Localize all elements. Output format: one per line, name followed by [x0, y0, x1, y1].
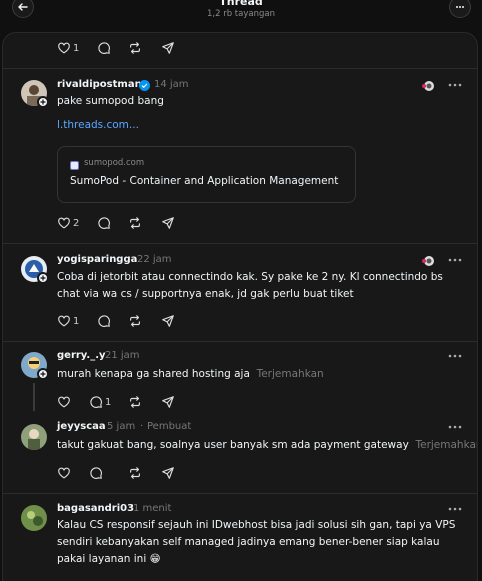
more-dots-icon[interactable]: [447, 82, 463, 88]
thread-panel: 1 rivaldipostman 14 jam pake sumopod ban…: [2, 32, 478, 581]
timestamp: 14 jam: [154, 79, 189, 90]
share-icon: [162, 217, 174, 229]
username[interactable]: gerry._.y: [57, 350, 106, 361]
avatar[interactable]: [21, 424, 47, 450]
share-button[interactable]: [161, 465, 175, 481]
page-title: Thread: [219, 0, 263, 8]
like-button[interactable]: 2: [57, 215, 79, 231]
share-icon: [162, 467, 174, 479]
heart-icon: [58, 396, 70, 408]
more-dots-icon[interactable]: [447, 506, 463, 512]
comment-button[interactable]: [97, 40, 111, 56]
comment-icon: [98, 315, 110, 327]
follow-plus-icon[interactable]: [37, 368, 49, 380]
comment-button[interactable]: [97, 215, 111, 231]
repost-button[interactable]: [128, 40, 142, 56]
post-text: Coba di jetorbit atau connectindo kak. S…: [57, 271, 443, 300]
repost-icon: [130, 42, 140, 54]
timestamp: 5 jam: [107, 421, 136, 432]
repost-icon: [130, 217, 140, 229]
share-button[interactable]: [161, 394, 175, 410]
heart-icon: [58, 217, 70, 229]
repost-button[interactable]: [128, 394, 142, 410]
like-count: 1: [73, 42, 80, 54]
comment-icon: [90, 396, 102, 408]
username[interactable]: bagasandri03: [57, 503, 134, 514]
heart-icon: [58, 315, 70, 327]
verified-icon: [139, 80, 150, 91]
post-actions: [57, 465, 197, 481]
post-link[interactable]: l.threads.com...: [57, 119, 139, 131]
post-text-line: murah kenapa ga shared hosting aja Terje…: [57, 366, 462, 383]
heart-icon: [58, 467, 70, 479]
share-icon: [162, 315, 174, 327]
share-icon: [162, 396, 174, 408]
divider: [3, 68, 477, 69]
favicon-icon: [70, 161, 79, 170]
like-count: 1: [73, 315, 80, 327]
post-text: takut gakuat bang, soalnya user banyak s…: [57, 439, 409, 451]
more-dots-icon[interactable]: [447, 424, 463, 430]
post-actions: 1: [57, 313, 197, 329]
link-preview-card[interactable]: sumopod.com SumoPod - Container and Appl…: [57, 146, 356, 203]
timestamp: 21 jam: [105, 350, 140, 361]
post-actions: 1: [57, 394, 197, 410]
more-circle-icon: [456, 6, 464, 8]
share-button[interactable]: [161, 215, 175, 231]
post-actions: 2: [57, 215, 197, 231]
follow-plus-icon[interactable]: [37, 272, 49, 284]
separator-dot: ·: [140, 421, 144, 432]
post-text: pake sumopod bang: [57, 95, 164, 107]
like-button[interactable]: [57, 394, 71, 410]
timestamp: 1 menit: [133, 503, 172, 514]
profile-indicator-icon: [422, 81, 434, 91]
like-count: 2: [73, 217, 80, 229]
thread-line: [33, 383, 35, 411]
share-button[interactable]: [161, 313, 175, 329]
share-button[interactable]: [161, 40, 175, 56]
repost-button[interactable]: [128, 465, 142, 481]
comment-button[interactable]: 1: [89, 394, 111, 410]
repost-button[interactable]: [128, 313, 142, 329]
post-text: Kalau CS responsif sejauh ini IDwebhost …: [57, 519, 456, 565]
translate-link[interactable]: Terjemahkan: [415, 439, 477, 451]
repost-button[interactable]: [128, 215, 142, 231]
repost-icon: [130, 467, 140, 479]
like-button[interactable]: [57, 465, 71, 481]
comment-icon: [98, 217, 110, 229]
post-text-line: takut gakuat bang, soalnya user banyak s…: [57, 437, 477, 454]
username[interactable]: rivaldipostman: [57, 79, 142, 90]
post-actions: 1: [57, 40, 197, 56]
view-count: 1,2 rb tayangan: [207, 9, 275, 19]
like-button[interactable]: 1: [57, 313, 79, 329]
reply-count: 1: [105, 396, 112, 408]
heart-icon: [58, 42, 70, 54]
top-bar: Thread 1,2 rb tayangan: [0, 0, 482, 30]
comment-button[interactable]: [97, 313, 111, 329]
username[interactable]: yogisparingga: [57, 254, 137, 265]
translate-link[interactable]: Terjemahkan: [257, 368, 324, 380]
repost-icon: [130, 315, 140, 327]
comment-icon: [90, 467, 102, 479]
divider: [3, 493, 477, 494]
divider: [3, 341, 477, 342]
more-dots-icon[interactable]: [447, 353, 463, 359]
author-tag: Pembuat: [147, 421, 192, 432]
avatar[interactable]: [21, 505, 47, 531]
username[interactable]: jeyyscaa: [57, 421, 106, 432]
divider: [3, 243, 477, 244]
timestamp: 22 jam: [137, 254, 172, 265]
follow-plus-icon[interactable]: [37, 96, 49, 108]
like-button[interactable]: 1: [57, 40, 79, 56]
share-icon: [162, 42, 174, 54]
post-text: murah kenapa ga shared hosting aja: [57, 368, 250, 380]
repost-icon: [130, 396, 140, 408]
more-dots-icon[interactable]: [447, 257, 463, 263]
card-domain: sumopod.com: [84, 158, 145, 168]
card-title: SumoPod - Container and Application Mana…: [70, 175, 339, 187]
comment-icon: [98, 42, 110, 54]
comment-button[interactable]: [89, 465, 103, 481]
profile-indicator-icon: [422, 256, 434, 266]
